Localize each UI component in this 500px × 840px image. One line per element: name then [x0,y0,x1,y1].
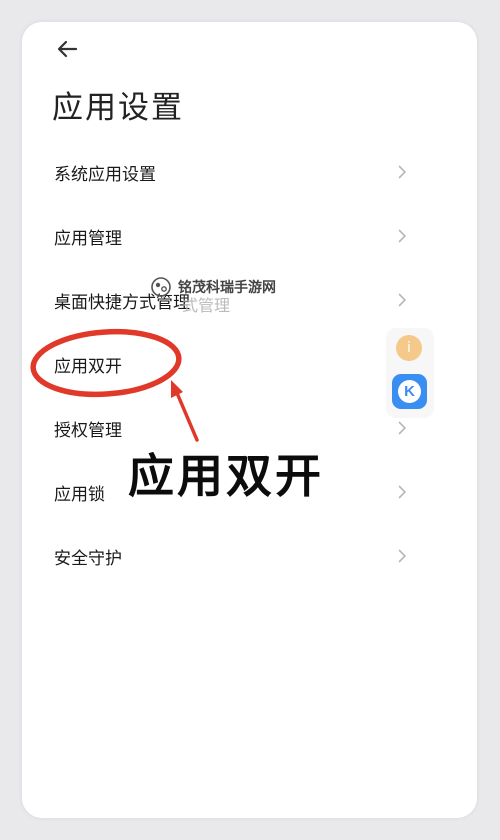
annotation-caption: 应用双开 [128,449,324,503]
menu-item-label: 应用双开 [54,356,122,377]
chevron-right-icon [398,293,407,307]
chevron-right-icon [398,229,407,243]
floating-info-icon[interactable]: i [396,335,422,361]
k-letter: K [398,380,421,403]
page-title: 应用设置 [52,90,184,126]
menu-item-system-app-settings[interactable]: 系统应用设置 [22,140,477,204]
watermark-text: 铭茂科瑞手游网 [178,280,276,296]
watermark: 铭茂科瑞手游网 [150,276,276,298]
menu-item-label: 应用锁 [54,484,105,505]
settings-card: 应用设置 系统应用设置 应用管理 桌面快捷方式管理 应用双开 授权管理 应用锁 … [22,22,477,818]
chevron-right-icon [398,485,407,499]
menu-item-security-guard[interactable]: 安全守护 [22,524,477,588]
chevron-right-icon [398,549,407,563]
menu-item-label: 安全守护 [54,548,122,569]
menu-item-app-management[interactable]: 应用管理 [22,204,477,268]
menu-item-label: 系统应用设置 [54,164,156,185]
menu-item-label: 授权管理 [54,420,122,441]
back-arrow-icon[interactable] [52,34,82,64]
floating-k-app-icon[interactable]: K [392,374,427,409]
chevron-right-icon [398,165,407,179]
menu-item-label: 应用管理 [54,228,122,249]
chevron-right-icon [398,421,407,435]
watermark-logo-icon [151,277,171,297]
